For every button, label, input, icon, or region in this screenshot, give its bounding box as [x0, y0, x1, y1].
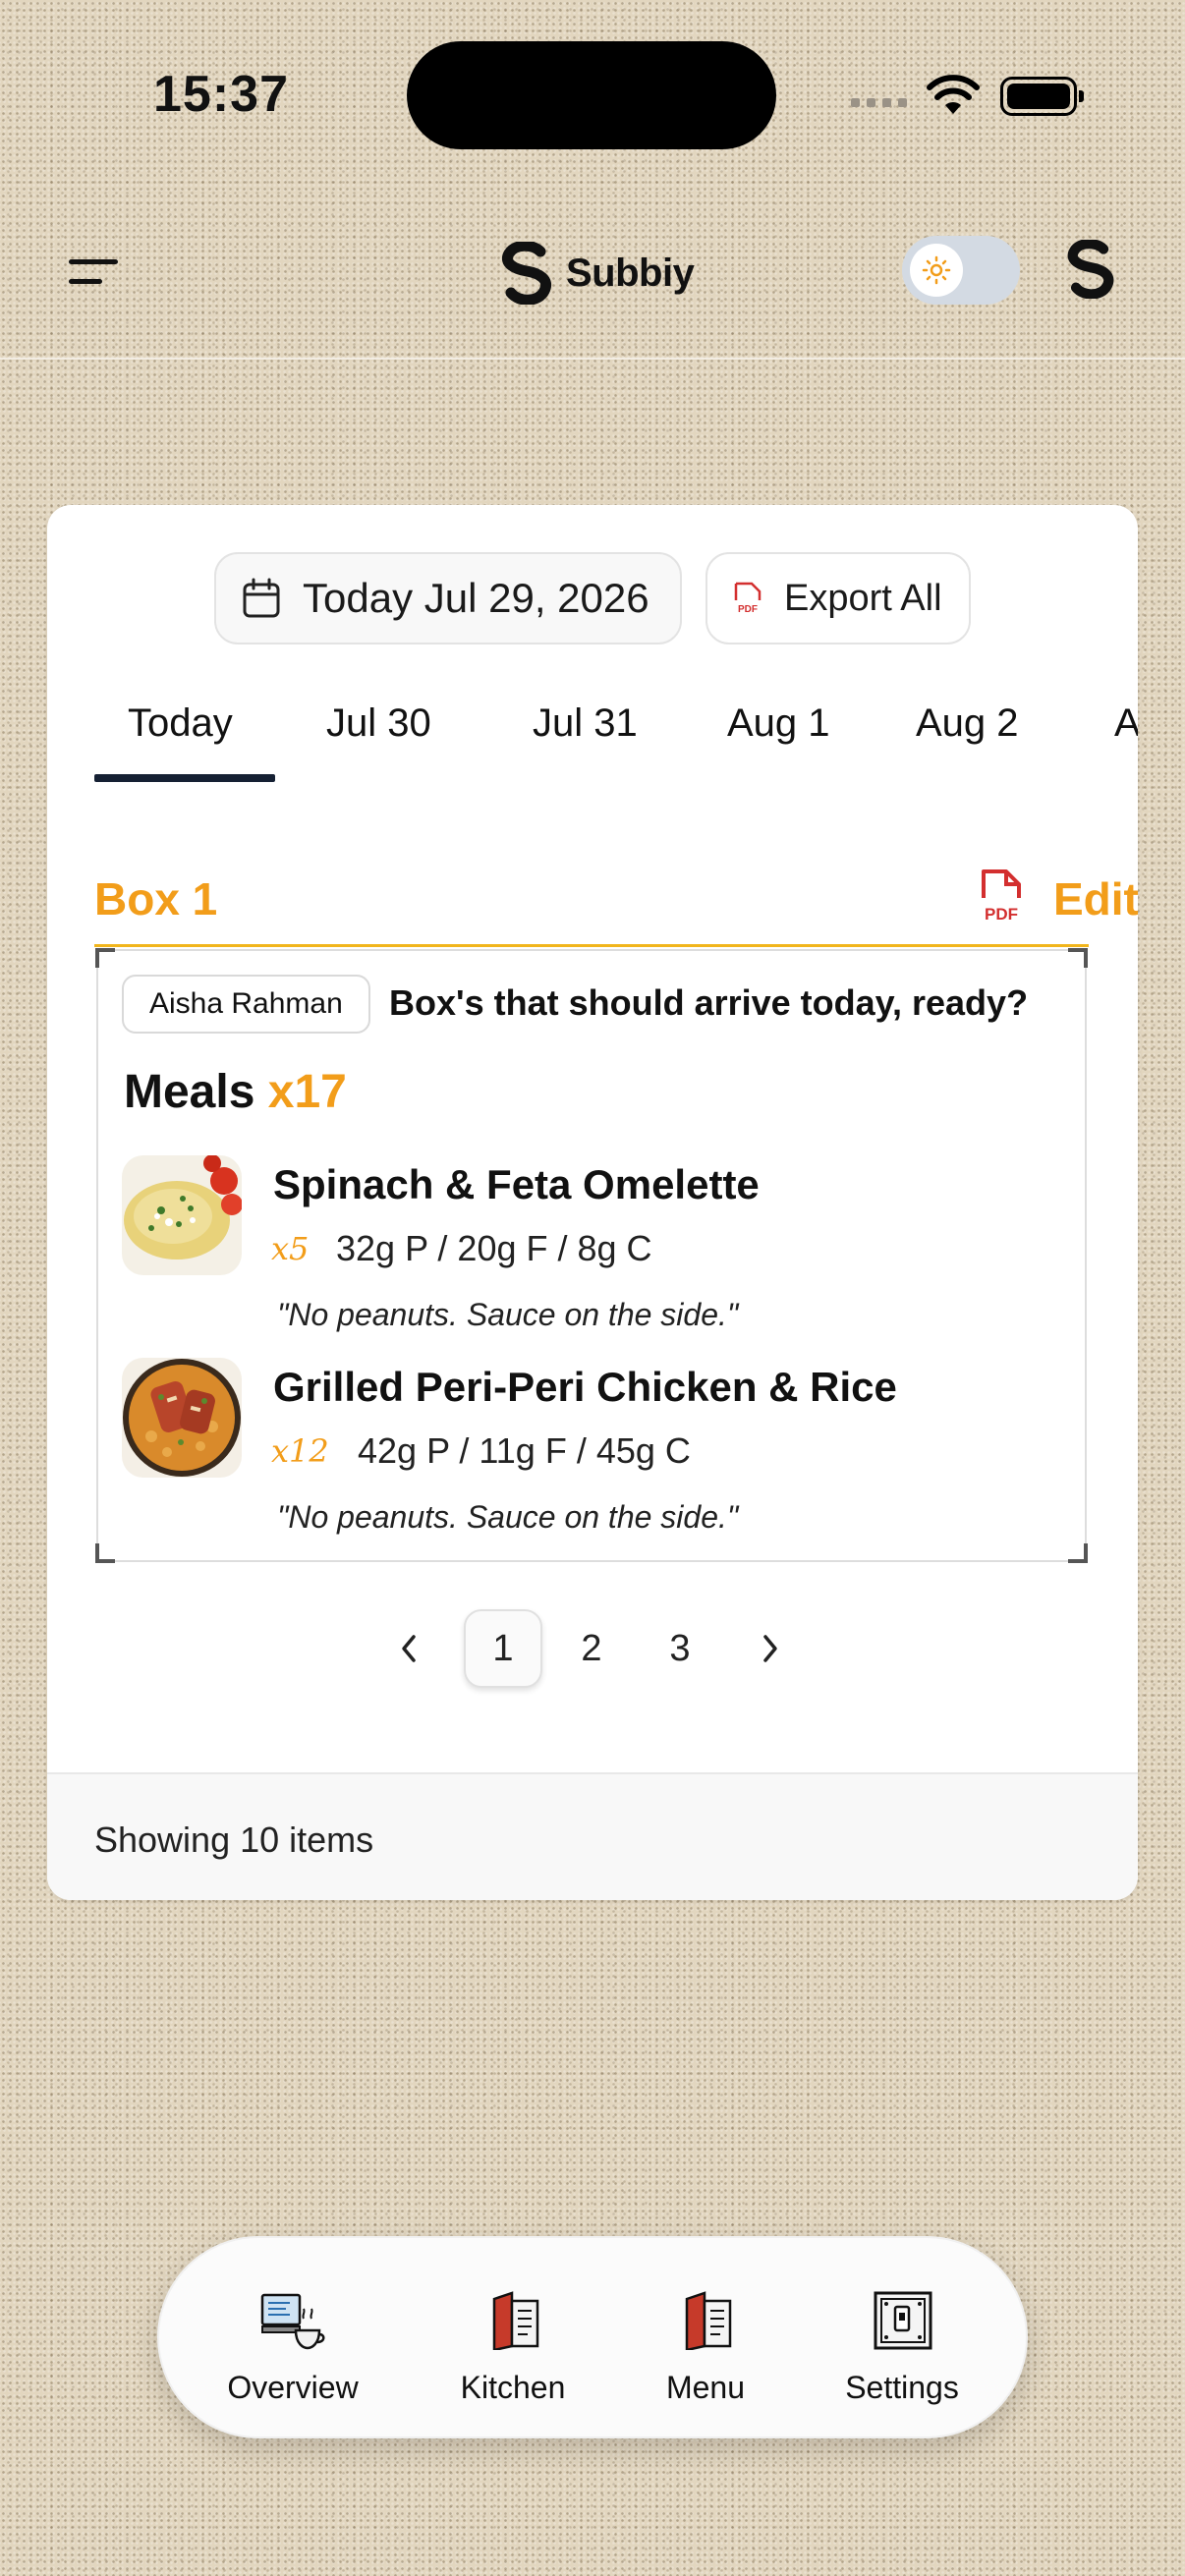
pdf-icon: PDF [734, 582, 762, 615]
computer-coffee-icon [260, 2293, 325, 2350]
corner-mark [1068, 948, 1088, 968]
book-icon [685, 2291, 732, 2350]
status-bar: 15:37 [0, 0, 1185, 196]
orders-card: Today Jul 29, 2026 PDF Export All Today … [47, 505, 1138, 1900]
delivery-prompt: Box's that should arrive today, ready? [389, 982, 1029, 1023]
chevron-right-icon [763, 1635, 777, 1662]
nav-label: Menu [665, 2370, 746, 2405]
box-title: Box 1 [94, 873, 218, 924]
nav-label: Settings [845, 2370, 959, 2405]
export-all-label: Export All [784, 577, 942, 619]
pdf-badge-text: PDF [738, 604, 758, 615]
box-pdf-icon[interactable]: PDF [979, 868, 1024, 924]
meals-count: x17 [267, 1066, 347, 1118]
meal-item[interactable]: Grilled Peri-Peri Chicken & Rice x12 42g… [122, 1358, 1065, 1554]
wifi-icon [927, 75, 980, 114]
meal-note: "No peanuts. Sauce on the side." [277, 1499, 739, 1535]
settings-panel-icon [874, 2291, 932, 2350]
pagination: 1 2 3 [47, 1605, 1138, 1694]
profile-logo-icon[interactable] [1063, 240, 1118, 299]
tab-jul-31[interactable]: Jul 31 [533, 701, 638, 746]
tab-jul-30[interactable]: Jul 30 [326, 701, 431, 746]
subbiy-logo-icon [502, 242, 551, 305]
meal-macros: 32g P / 20g F / 8g C [336, 1228, 652, 1268]
book-icon [492, 2291, 539, 2350]
brand: Subbiy [497, 242, 695, 305]
meals-label: Meals [124, 1066, 255, 1118]
meal-note: "No peanuts. Sauce on the side." [277, 1297, 739, 1332]
corner-mark [1068, 1543, 1088, 1563]
nav-overview[interactable]: Overview [204, 2291, 381, 2419]
sun-icon [910, 244, 963, 297]
tab-today[interactable]: Today [128, 701, 233, 746]
chevron-left-icon [402, 1635, 416, 1662]
meal-macros: 42g P / 11g F / 45g C [358, 1430, 691, 1471]
tab-aug-1[interactable]: Aug 1 [727, 701, 830, 746]
calendar-icon [243, 578, 280, 618]
menu-button[interactable] [69, 252, 128, 291]
clock: 15:37 [153, 66, 289, 123]
battery-icon [1000, 77, 1084, 116]
nav-kitchen[interactable]: Kitchen [424, 2291, 601, 2419]
box-pdf-badge-text: PDF [985, 905, 1018, 924]
brand-name: Subbiy [566, 251, 695, 295]
theme-toggle[interactable] [902, 236, 1020, 305]
date-label: Today Jul 29, 2026 [303, 575, 649, 621]
customer-chip[interactable]: Aisha Rahman [122, 975, 370, 1034]
nav-label: Overview [227, 2370, 359, 2405]
edit-box-button[interactable]: Edit [1053, 872, 1138, 925]
prev-page-button[interactable] [369, 1609, 448, 1688]
meal-quantity: x5 [271, 1230, 310, 1267]
tab-aug-3[interactable]: Aug 3 [1114, 701, 1138, 746]
box-header: Box 1 PDF Edit [94, 859, 1138, 947]
meals-heading: Meals x17 [124, 1065, 347, 1119]
day-tabs: Today Jul 30 Jul 31 Aug 1 Aug 2 Aug 3 [47, 701, 1138, 800]
tab-aug-2[interactable]: Aug 2 [916, 701, 1019, 746]
meal-image-chicken-rice [122, 1358, 242, 1478]
export-all-button[interactable]: PDF Export All [705, 552, 971, 644]
meal-quantity: x12 [271, 1432, 329, 1470]
page-2-button[interactable]: 2 [552, 1609, 631, 1688]
nav-label: Kitchen [460, 2370, 566, 2405]
cellular-signal-icon [851, 98, 907, 107]
corner-mark [95, 948, 115, 968]
bottom-nav: Overview Kitchen Menu Settings [157, 2236, 1028, 2438]
items-count-text: Showing 10 items [94, 1820, 374, 1860]
app-header: Subbiy [0, 196, 1185, 360]
card-footer: Showing 10 items [47, 1772, 1138, 1900]
dynamic-island [407, 41, 776, 149]
active-tab-indicator [94, 774, 275, 782]
box-content: Aisha Rahman Box's that should arrive to… [95, 948, 1088, 1563]
page-3-button[interactable]: 3 [641, 1609, 719, 1688]
date-picker-button[interactable]: Today Jul 29, 2026 [214, 552, 682, 644]
nav-menu[interactable]: Menu [617, 2291, 794, 2419]
corner-mark [95, 1543, 115, 1563]
page-1-button[interactable]: 1 [464, 1609, 542, 1688]
meal-item[interactable]: Spinach & Feta Omelette x5 32g P / 20g F… [122, 1155, 1065, 1352]
meal-image-omelette [122, 1155, 242, 1275]
meal-name: Spinach & Feta Omelette [273, 1161, 760, 1207]
nav-settings[interactable]: Settings [814, 2291, 990, 2419]
meal-name: Grilled Peri-Peri Chicken & Rice [273, 1364, 897, 1410]
next-page-button[interactable] [731, 1609, 810, 1688]
